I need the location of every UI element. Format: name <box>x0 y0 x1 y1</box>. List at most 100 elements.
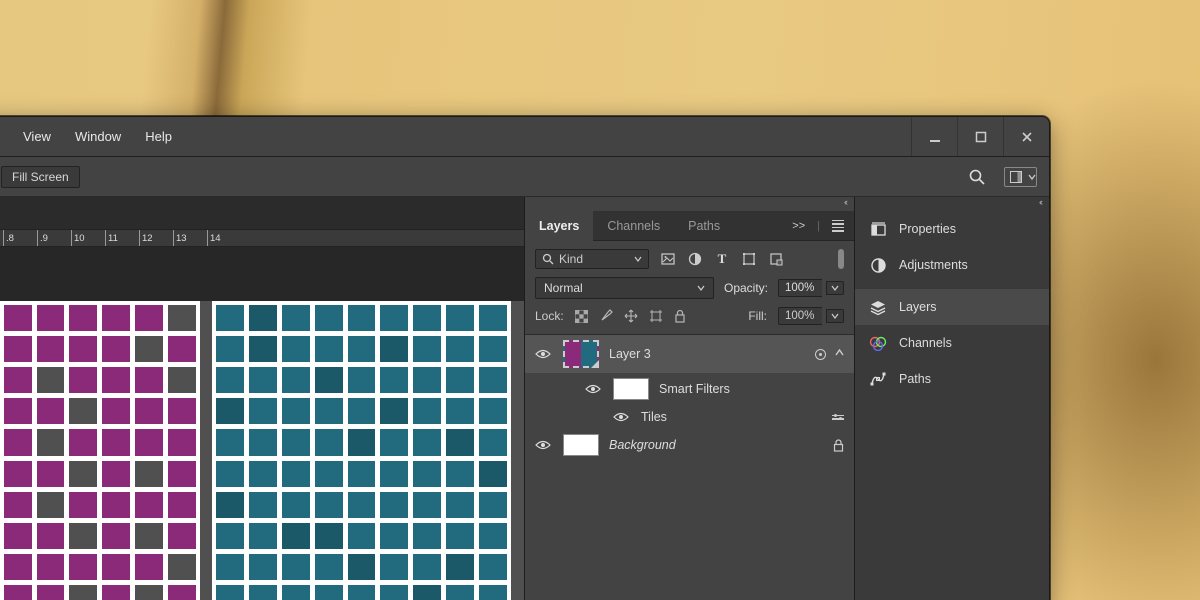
options-bar: Fill Screen <box>0 157 1049 197</box>
tiles-pattern-teal <box>212 301 511 600</box>
dock-channels[interactable]: Channels <box>855 325 1049 361</box>
lock-artboard-icon[interactable] <box>649 309 663 323</box>
layers-icon <box>869 298 887 316</box>
ruler-tick: 13 <box>173 230 207 246</box>
minimize-button[interactable] <box>911 117 957 156</box>
filter-options-icon[interactable] <box>832 415 844 420</box>
layer-filter-row: Kind T <box>525 241 854 275</box>
panel-tabs: Layers Channels Paths >> | <box>525 211 854 241</box>
filter-type-icon[interactable]: T <box>714 251 730 267</box>
filter-name: Tiles <box>641 410 822 424</box>
fill-screen-button[interactable]: Fill Screen <box>1 166 80 188</box>
smart-object-badge-icon <box>814 348 827 361</box>
dock-label: Adjustments <box>899 258 968 272</box>
visibility-icon[interactable] <box>535 439 553 451</box>
search-icon[interactable] <box>968 168 986 186</box>
ruler-tick: 10 <box>71 230 105 246</box>
channels-icon <box>869 334 887 352</box>
adjustments-icon <box>869 256 887 274</box>
dock-paths[interactable]: Paths <box>855 361 1049 397</box>
filter-kind-dropdown[interactable]: Kind <box>535 249 649 269</box>
filter-shape-icon[interactable] <box>741 252 757 266</box>
workspace-switcher[interactable] <box>1004 167 1037 187</box>
fill-input[interactable]: 100% <box>778 307 844 325</box>
filter-pixel-icon[interactable] <box>660 252 676 266</box>
properties-icon <box>869 220 887 238</box>
visibility-icon[interactable] <box>585 383 603 395</box>
ruler-tick: 12 <box>139 230 173 246</box>
menu-window[interactable]: Window <box>63 129 133 144</box>
separator: | <box>817 220 820 232</box>
layers-panel: ‹‹ Layers Channels Paths >> | <box>524 197 854 600</box>
smart-filters-label: Smart Filters <box>659 382 844 396</box>
lock-transparency-icon[interactable] <box>575 310 588 323</box>
panel-dock: ‹‹ Properties Adjustments Layers Channel… <box>854 197 1049 600</box>
tab-paths[interactable]: Paths <box>674 211 734 241</box>
opacity-label: Opacity: <box>724 281 768 295</box>
ruler-tick: .9 <box>37 230 71 246</box>
dock-label: Paths <box>899 372 931 386</box>
layer-row-background[interactable]: Background <box>525 429 854 461</box>
menu-bar: View Window Help <box>0 117 1049 157</box>
filter-adjustment-icon[interactable] <box>687 252 703 266</box>
menu-items: View Window Help <box>11 129 184 144</box>
lock-pixels-icon[interactable] <box>599 309 613 323</box>
paths-icon <box>869 370 887 388</box>
right-panels: ‹‹ Layers Channels Paths >> | <box>524 197 1049 600</box>
layer-row-layer3[interactable]: Layer 3 <box>525 335 854 373</box>
dock-properties[interactable]: Properties <box>855 211 1049 247</box>
panel-collapse-button[interactable]: ‹‹ <box>525 197 854 211</box>
lock-position-icon[interactable] <box>624 309 638 323</box>
fill-value: 100% <box>778 307 822 325</box>
filter-mask-thumbnail <box>613 378 649 400</box>
lock-all-icon[interactable] <box>674 309 686 323</box>
document-tabs <box>0 197 524 230</box>
lock-label: Lock: <box>535 309 564 323</box>
blend-mode-value: Normal <box>544 281 583 295</box>
workspace: .5 .6 .7 .8 .9 10 11 12 13 14 ‹‹ <box>0 197 1049 600</box>
collapse-filters-icon[interactable] <box>835 348 844 361</box>
blend-mode-dropdown[interactable]: Normal <box>535 277 714 299</box>
dock-label: Layers <box>899 300 937 314</box>
opacity-input[interactable]: 100% <box>778 279 844 297</box>
maximize-button[interactable] <box>957 117 1003 156</box>
lock-row: Lock: Fill: 100% <box>525 305 854 335</box>
panel-menu-icon[interactable] <box>832 220 844 232</box>
menu-view[interactable]: View <box>11 129 63 144</box>
fill-label: Fill: <box>748 309 767 323</box>
filter-kind-label: Kind <box>559 252 583 266</box>
window-controls <box>911 117 1049 156</box>
smart-filters-row[interactable]: Smart Filters <box>525 373 854 405</box>
ruler-tick: 11 <box>105 230 139 246</box>
chevron-down-icon <box>826 309 844 323</box>
horizontal-ruler[interactable]: .5 .6 .7 .8 .9 10 11 12 13 14 <box>0 229 524 247</box>
dock-layers[interactable]: Layers <box>855 289 1049 325</box>
canvas-area: .5 .6 .7 .8 .9 10 11 12 13 14 <box>0 197 524 600</box>
layer-thumbnail <box>563 340 599 368</box>
panel-expand-button[interactable]: >> <box>792 220 805 232</box>
lock-icon <box>833 439 844 452</box>
opacity-value: 100% <box>778 279 822 297</box>
blend-row: Normal Opacity: 100% <box>525 275 854 305</box>
tiles-pattern-purple <box>0 301 200 600</box>
filter-smartobject-icon[interactable] <box>768 252 784 266</box>
layer-name[interactable]: Background <box>609 438 823 452</box>
document-canvas[interactable] <box>0 301 524 600</box>
filter-toggle[interactable] <box>838 249 844 269</box>
visibility-icon[interactable] <box>613 411 631 423</box>
tab-layers[interactable]: Layers <box>525 211 593 241</box>
dock-collapse-button[interactable]: ‹‹ <box>855 197 1049 211</box>
photoshop-window: View Window Help Fill Screen .5 .6 .7 <box>0 116 1050 600</box>
layer-name[interactable]: Layer 3 <box>609 347 804 361</box>
visibility-icon[interactable] <box>535 348 553 360</box>
canvas-pasteboard <box>0 247 524 301</box>
dock-label: Properties <box>899 222 956 236</box>
options-right-icons <box>968 167 1037 187</box>
tab-channels[interactable]: Channels <box>593 211 674 241</box>
filter-row-tiles[interactable]: Tiles <box>525 405 854 429</box>
ruler-tick: 14 <box>207 230 241 246</box>
menu-help[interactable]: Help <box>133 129 184 144</box>
close-button[interactable] <box>1003 117 1049 156</box>
chevron-down-icon <box>826 281 844 295</box>
dock-adjustments[interactable]: Adjustments <box>855 247 1049 283</box>
